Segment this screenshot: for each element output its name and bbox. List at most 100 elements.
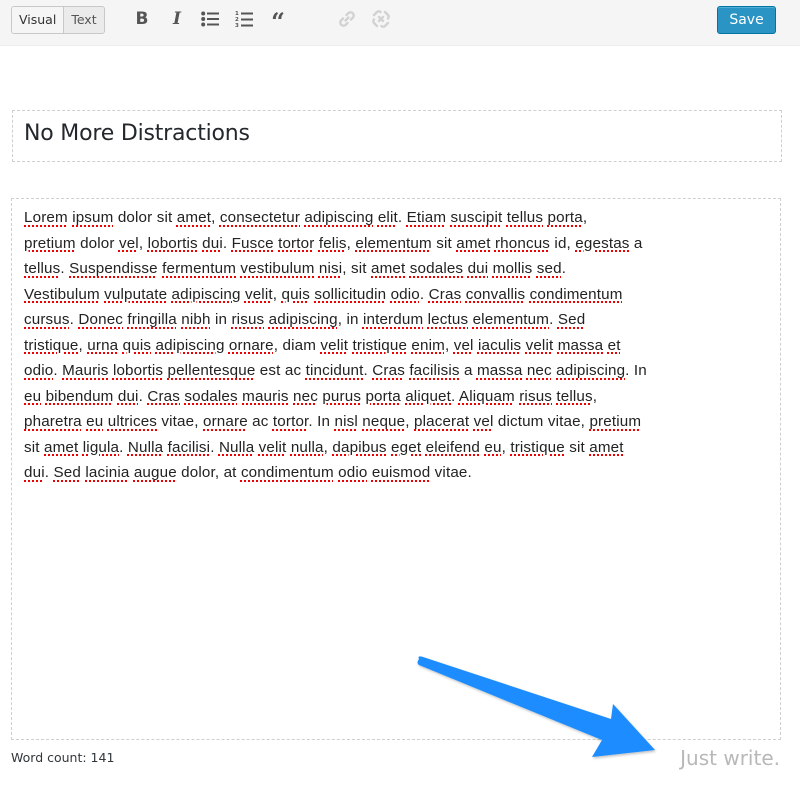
bullet-list-icon[interactable] (199, 8, 221, 30)
misspelled-word: condimentum (240, 464, 334, 481)
editor-toolbar: Visual Text B I 1 2 3 “ Save (0, 0, 800, 46)
editor-mode-tabs: Visual Text (11, 6, 105, 34)
misspelled-word: mauris (242, 387, 289, 405)
misspelled-word: bibendum (45, 387, 114, 405)
misspelled-word: nec (293, 387, 318, 405)
misspelled-word: sollicitudin (314, 285, 387, 303)
misspelled-word: placerat (414, 413, 470, 430)
misspelled-word: velit (320, 336, 349, 354)
misspelled-word: eleifend (425, 438, 480, 456)
misspelled-word: egestas (575, 234, 630, 252)
misspelled-word: convallis (465, 285, 526, 303)
link-icon[interactable] (336, 8, 358, 30)
numbered-list-glyph: 1 2 3 (235, 11, 253, 28)
misspelled-word: aliquet (405, 387, 452, 405)
misspelled-word: massa (557, 336, 604, 354)
misspelled-word: nisl (334, 413, 358, 430)
misspelled-word: purus (322, 387, 362, 405)
misspelled-word: sed (536, 260, 562, 277)
misspelled-word: lacinia (85, 464, 130, 481)
misspelled-word: porta (365, 387, 401, 405)
unlink-icon[interactable] (370, 8, 392, 30)
post-title-field[interactable]: No More Distractions (12, 110, 782, 162)
misspelled-word: Cras (147, 387, 180, 405)
misspelled-word: amet (371, 260, 406, 277)
content-line: Lorem ipsum dolor sit amet, consectetur … (24, 209, 588, 226)
content-line: eu bibendum dui. Cras sodales mauris nec… (24, 387, 598, 405)
post-title-text[interactable]: No More Distractions (24, 121, 250, 146)
misspelled-word: massa (476, 362, 523, 379)
misspelled-word: et (607, 336, 621, 354)
misspelled-word: lobortis (147, 234, 198, 252)
misspelled-word: amet (456, 234, 491, 252)
misspelled-word: felis (318, 234, 347, 252)
misspelled-word: ligula (82, 438, 120, 456)
save-button[interactable]: Save (717, 6, 776, 34)
misspelled-word: augue (133, 464, 177, 481)
post-content-text[interactable]: Lorem ipsum dolor sit amet, consectetur … (24, 205, 774, 486)
misspelled-word: tristique (24, 336, 79, 354)
post-content-editor[interactable]: Lorem ipsum dolor sit amet, consectetur … (11, 198, 781, 740)
content-line: pharetra eu ultrices vitae, ornare ac to… (24, 413, 642, 430)
misspelled-word: velit (258, 438, 287, 456)
misspelled-word: amet (589, 438, 624, 456)
misspelled-word: vulputate (104, 285, 168, 303)
misspelled-word: amet (44, 438, 79, 456)
misspelled-word: eu (86, 413, 104, 430)
misspelled-word: consectetur (219, 209, 301, 226)
misspelled-word: Cras (372, 362, 405, 379)
misspelled-word: nibh (181, 311, 211, 328)
numbered-list-icon[interactable]: 1 2 3 (233, 8, 255, 30)
content-line: tellus. Suspendisse fermentum vestibulum… (24, 260, 567, 277)
word-count: Word count: 141 (11, 750, 115, 765)
misspelled-word: risus (231, 311, 265, 328)
misspelled-word: dui (24, 464, 45, 481)
misspelled-word: tellus (556, 387, 593, 405)
misspelled-word: facilisi (167, 438, 211, 456)
misspelled-word: odio (24, 362, 54, 379)
misspelled-word: neque (362, 413, 406, 430)
misspelled-word: ornare (203, 413, 248, 430)
misspelled-word: Donec (78, 311, 124, 328)
italic-icon[interactable]: I (166, 8, 188, 30)
bullet-list-glyph (201, 11, 219, 27)
misspelled-word: fermentum (162, 260, 237, 277)
misspelled-word: vel (473, 413, 494, 430)
misspelled-word: facilisis (409, 362, 460, 379)
misspelled-word: Mauris (62, 362, 109, 379)
misspelled-word: adipiscing (155, 336, 225, 354)
misspelled-word: tellus (24, 260, 61, 277)
misspelled-word: Vestibulum (24, 285, 100, 303)
misspelled-word: sodales (409, 260, 464, 277)
misspelled-word: tortor (278, 234, 315, 252)
content-line: sit amet ligula. Nulla facilisi. Nulla v… (24, 438, 624, 456)
misspelled-word: dapibus (332, 438, 387, 456)
blockquote-icon[interactable]: “ (267, 8, 289, 34)
misspelled-word: eu (484, 438, 502, 456)
misspelled-word: elit (377, 209, 398, 226)
misspelled-word: mollis (492, 260, 533, 277)
misspelled-word: velit (244, 285, 273, 303)
misspelled-word: Nulla (218, 438, 255, 456)
misspelled-word: fringilla (127, 311, 177, 328)
misspelled-word: sodales (184, 387, 238, 405)
tab-visual[interactable]: Visual (12, 7, 65, 33)
misspelled-word: tellus (506, 209, 544, 226)
misspelled-word: Lorem (24, 209, 68, 226)
misspelled-word: velit (525, 336, 554, 354)
tab-text[interactable]: Text (64, 7, 104, 33)
misspelled-word: euismod (371, 464, 431, 481)
misspelled-word: pellentesque (167, 362, 256, 379)
misspelled-word: Sed (53, 464, 81, 481)
misspelled-word: lectus (427, 311, 469, 328)
misspelled-word: dui (202, 234, 223, 252)
misspelled-word: dui (117, 387, 139, 405)
misspelled-word: Nulla (127, 438, 164, 456)
bold-icon[interactable]: B (131, 8, 153, 30)
content-line: dui. Sed lacinia augue dolor, at condime… (24, 464, 472, 481)
misspelled-word: pharetra (24, 413, 82, 430)
misspelled-word: Fusce (231, 234, 274, 252)
misspelled-word: ornare (228, 336, 274, 354)
misspelled-word: amet (176, 209, 212, 226)
misspelled-word: enim (411, 336, 445, 354)
